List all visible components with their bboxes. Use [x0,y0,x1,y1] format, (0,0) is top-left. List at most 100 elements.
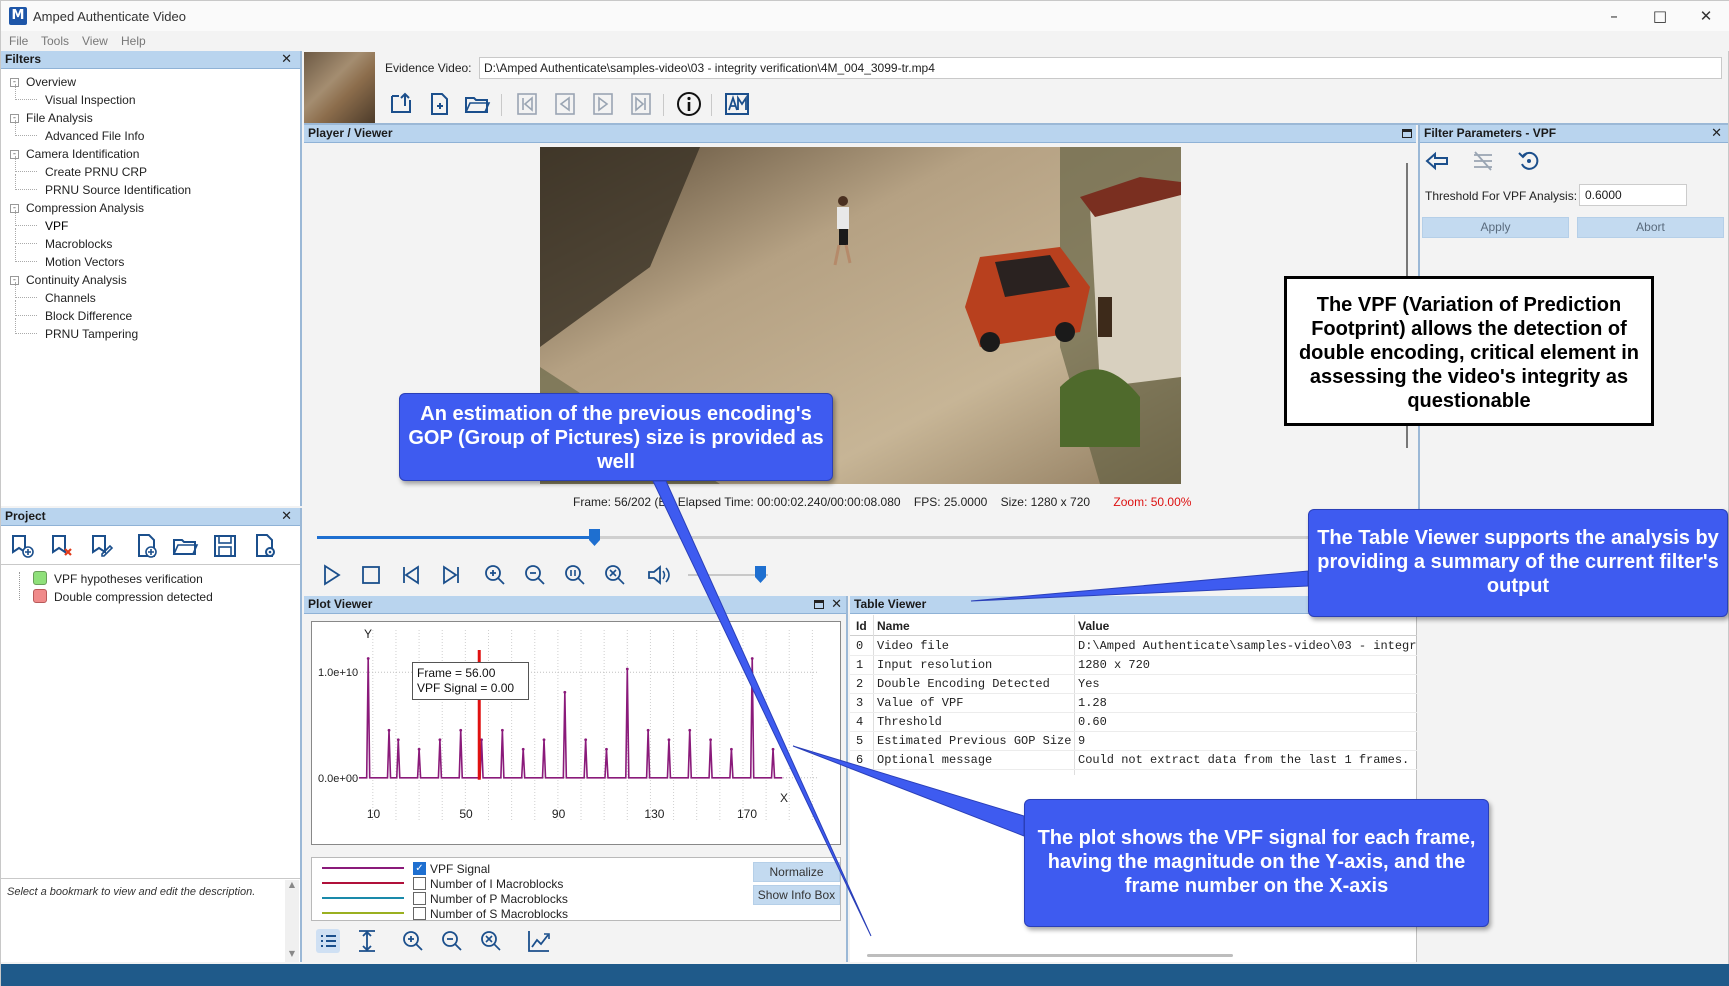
open-folder-icon[interactable] [463,90,491,118]
vpf-signal-point [542,738,546,742]
open-project-icon[interactable] [171,532,199,560]
description-scrollbar[interactable]: ▲ ▼ [285,880,299,962]
back-icon[interactable] [1423,147,1451,175]
bookmark-description-hint[interactable]: Select a bookmark to view and edit the d… [7,886,255,898]
table-header-id[interactable]: Id [856,619,867,633]
zoom-fit-icon[interactable] [601,561,629,589]
menu-file[interactable]: File [9,34,28,48]
previous-icon[interactable] [397,561,425,589]
frame-counter: Frame: 56/202 (B) [573,495,671,509]
filter-tree-item[interactable]: Block Difference [45,309,132,323]
close-icon[interactable]: ✕ [1711,125,1722,142]
zoom-in-icon[interactable] [481,561,509,589]
close-icon[interactable]: ✕ [281,51,292,68]
bookmark-item[interactable]: Double compression detected [54,590,213,604]
normalize-button[interactable]: Normalize [753,862,840,882]
zoom-actual-icon[interactable] [561,561,589,589]
volume-icon[interactable] [645,561,673,589]
plot-viewer-header: Plot Viewer ✕ [304,596,846,614]
info-icon[interactable] [675,90,703,118]
filter-tree-item[interactable]: Motion Vectors [45,255,124,269]
reset-icon[interactable] [1515,147,1543,175]
filter-tree-item[interactable]: Advanced File Info [45,129,144,143]
legend-label-vpf: VPF Signal [430,862,491,876]
zoom-out-icon[interactable] [438,927,466,955]
maximize-icon[interactable]: □ [1637,1,1683,31]
play-icon[interactable] [317,561,345,589]
add-bookmark-icon[interactable] [7,532,35,560]
legend-label-i-macroblocks: Number of I Macroblocks [430,877,564,891]
vpf-signal-point [646,728,650,732]
filter-tree-item[interactable]: Channels [45,291,96,305]
player-panel-title: Player / Viewer [308,126,393,140]
threshold-label: Threshold For VPF Analysis: [1425,189,1578,203]
restore-panel-icon[interactable] [1402,129,1412,138]
table-cell: 1.28 [1078,696,1107,710]
show-info-box-button[interactable]: Show Info Box [753,885,840,905]
project-settings-icon[interactable] [251,532,279,560]
filter-tree-item[interactable]: Visual Inspection [45,93,136,107]
table-horizontal-scrollbar[interactable] [867,954,1233,957]
vpf-plot[interactable]: Y X 1.0e+10 0.0e+00 10 50 90 130 170 [311,621,841,845]
legend-checkbox-vpf[interactable]: ✓ [413,862,426,875]
amped-logo-icon[interactable] [723,90,751,118]
table-cell: 6 [856,753,864,767]
zoom-in-icon[interactable] [399,927,427,955]
edit-bookmark-icon[interactable] [87,532,115,560]
menu-tools[interactable]: Tools [41,34,69,48]
filter-tree-item[interactable]: Camera Identification [26,147,139,161]
filter-tree-item[interactable]: Continuity Analysis [26,273,127,287]
remove-bookmark-icon[interactable] [47,532,75,560]
filter-tree-item[interactable]: Macroblocks [45,237,112,251]
next-frame-icon[interactable] [589,90,617,118]
new-project-icon[interactable] [133,532,161,560]
load-reference-icon[interactable] [425,90,453,118]
legend-checkbox-i-macroblocks[interactable] [413,877,426,890]
restore-panel-icon[interactable] [814,600,824,609]
apply-button[interactable]: Apply [1422,217,1569,238]
table-cell: 3 [856,696,864,710]
zoom-reset-icon[interactable] [477,927,505,955]
next-icon[interactable] [437,561,465,589]
bookmark-item[interactable]: VPF hypotheses verification [54,572,203,586]
close-icon[interactable]: ✕ [281,508,292,525]
table-header-name[interactable]: Name [877,619,910,633]
x-tick-label: 10 [367,807,381,821]
filter-tree-item[interactable]: VPF [45,219,68,233]
save-project-icon[interactable] [211,532,239,560]
first-frame-icon[interactable] [513,90,541,118]
close-icon[interactable]: ✕ [831,596,842,613]
legend-checkbox-p-macroblocks[interactable] [413,892,426,905]
menu-help[interactable]: Help [121,34,146,48]
bookmark-color-swatch [33,571,47,585]
minimize-icon[interactable]: – [1591,1,1637,31]
vpf-signal-point [387,728,391,732]
evidence-video-path-field[interactable]: D:\Amped Authenticate\samples-video\03 -… [479,57,1722,79]
filter-tree-item[interactable]: Create PRNU CRP [45,165,147,179]
legend-checkbox-s-macroblocks[interactable] [413,907,426,920]
legend-toggle-icon[interactable] [314,927,342,955]
filter-tree-item[interactable]: Compression Analysis [26,201,144,215]
last-frame-icon[interactable] [627,90,655,118]
menu-view[interactable]: View [82,34,108,48]
table-cell: 9 [1078,734,1086,748]
fit-vertical-icon[interactable] [353,927,381,955]
table-header-value[interactable]: Value [1078,619,1109,633]
video-thumbnail[interactable] [304,52,375,123]
abort-button[interactable]: Abort [1577,217,1724,238]
load-video-icon[interactable] [387,90,415,118]
close-icon[interactable]: ✕ [1683,1,1729,31]
zoom-out-icon[interactable] [521,561,549,589]
filter-tree-item[interactable]: PRNU Tampering [45,327,138,341]
stop-icon[interactable] [357,561,385,589]
filter-tree-item[interactable]: PRNU Source Identification [45,183,191,197]
previous-frame-icon[interactable] [551,90,579,118]
clear-icon[interactable] [1469,147,1497,175]
window-title: Amped Authenticate Video [33,9,186,24]
export-plot-icon[interactable] [525,927,553,955]
info-box-frame: Frame = 56.00 [417,666,496,680]
legend-label-p-macroblocks: Number of P Macroblocks [430,892,568,906]
threshold-input[interactable]: 0.6000 [1579,184,1687,206]
tree-guide [15,246,37,262]
table-cell: 0.60 [1078,715,1107,729]
